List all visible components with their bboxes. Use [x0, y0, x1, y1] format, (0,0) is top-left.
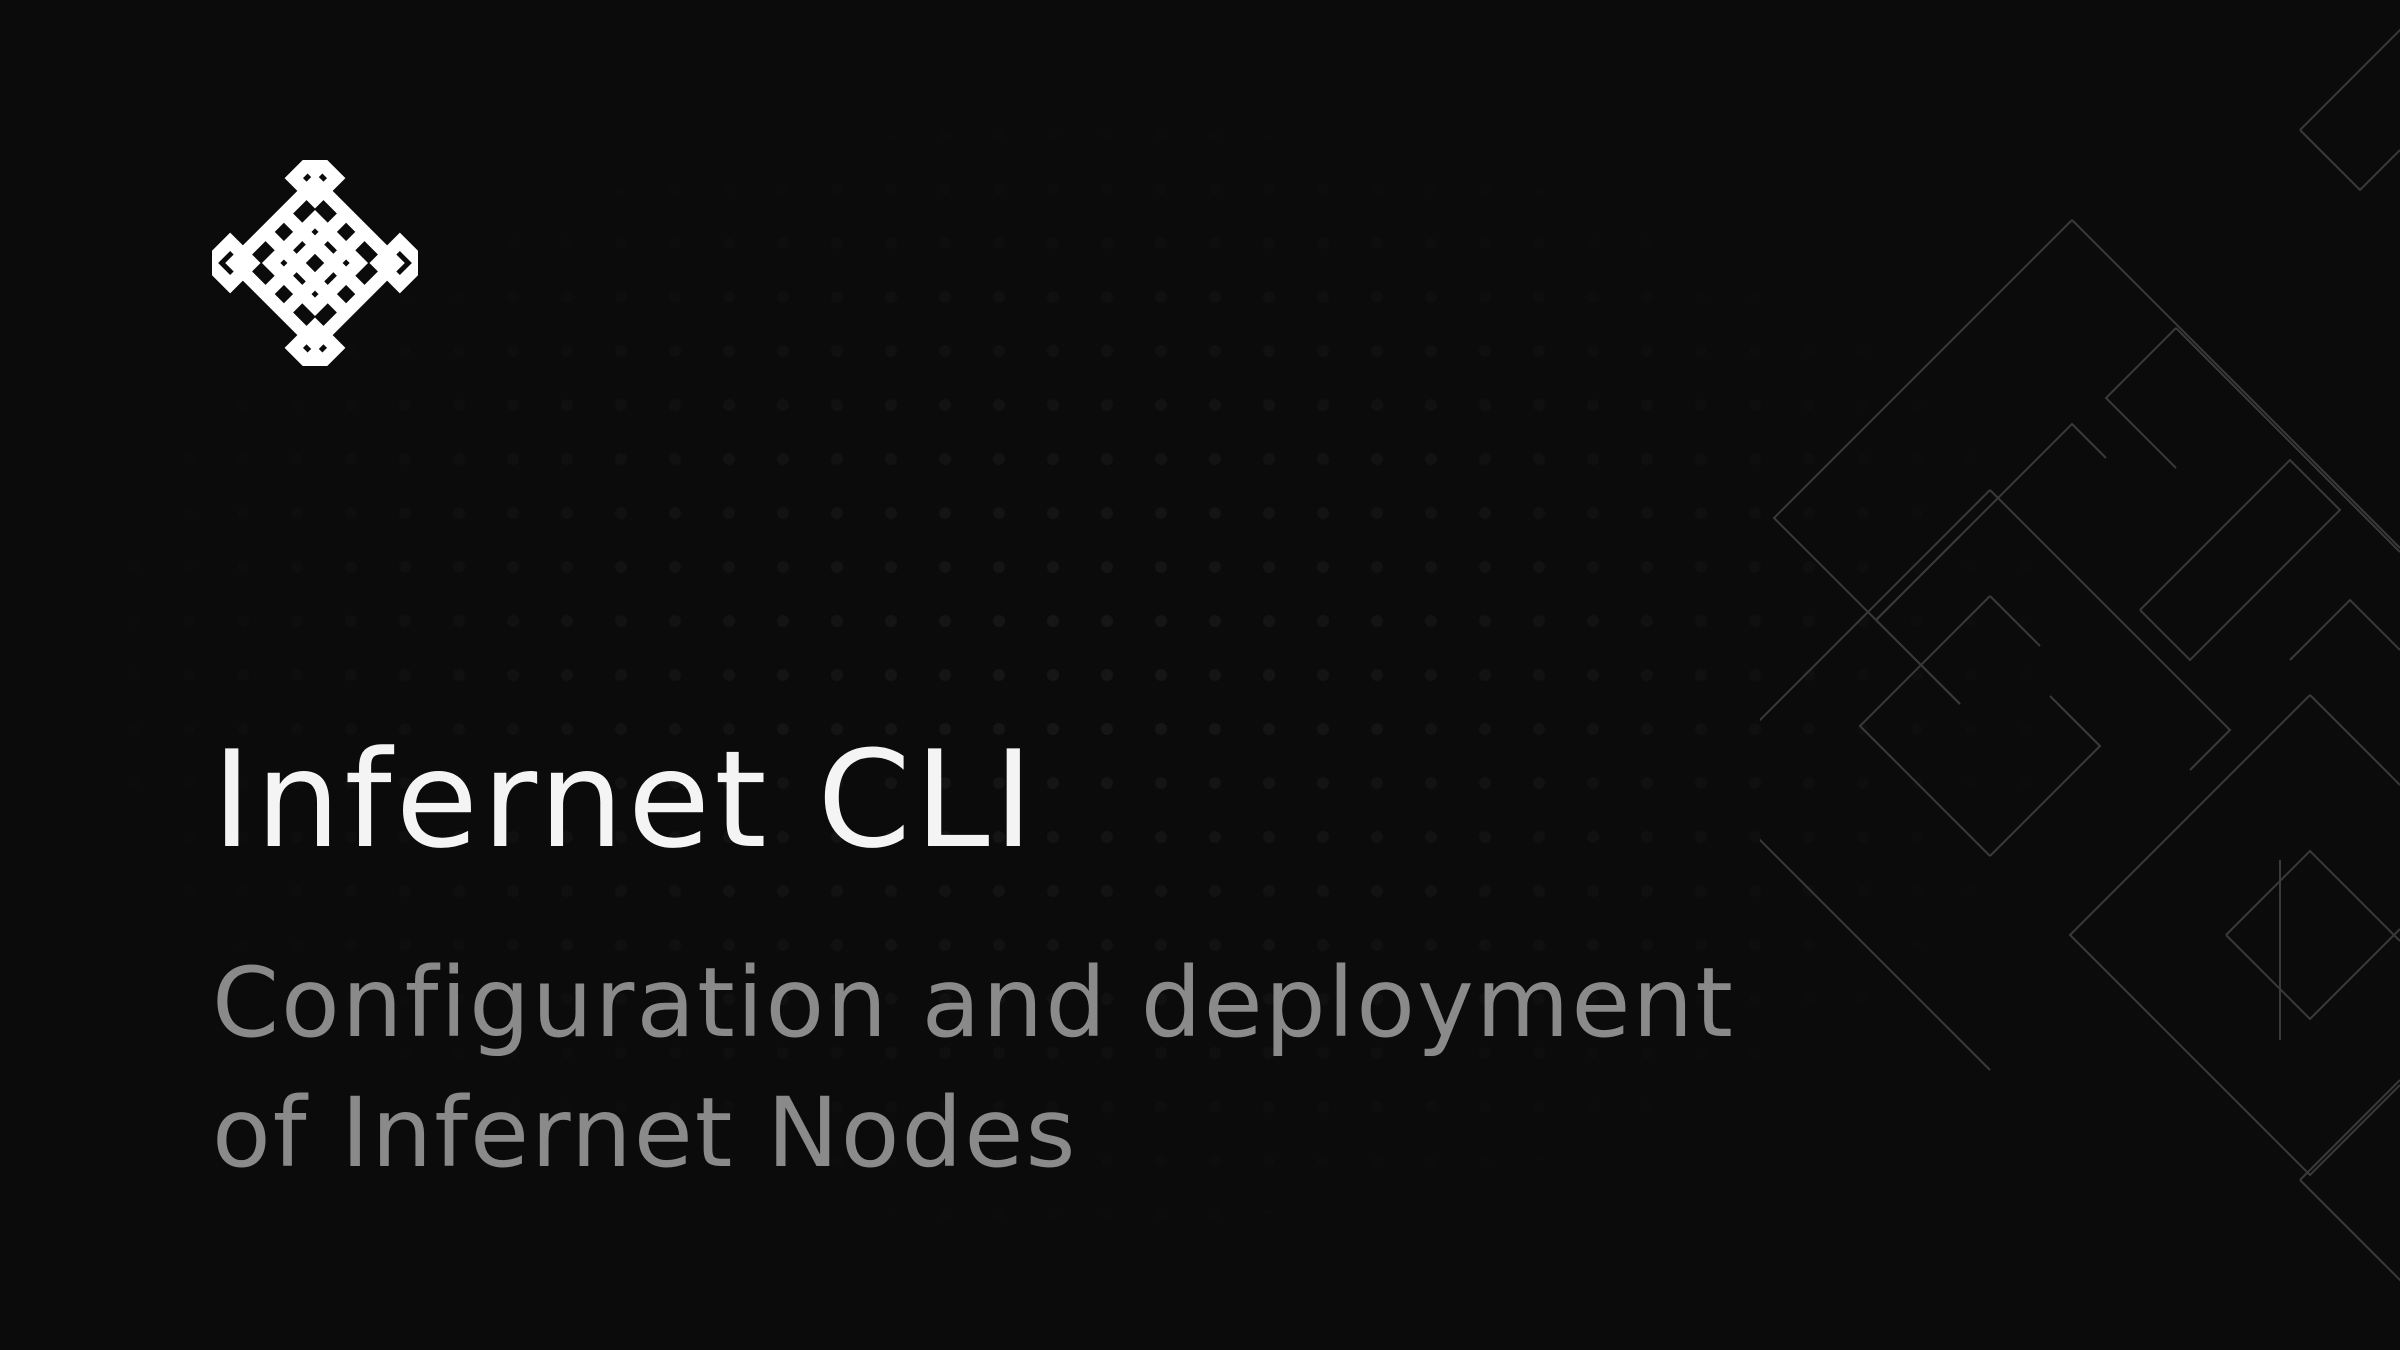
subtitle-line-2: of Infernet Nodes [212, 1077, 1078, 1189]
page-title: Infernet CLI [212, 722, 1038, 878]
endless-knot-icon [212, 160, 418, 366]
knot-outline-decoration [1760, 28, 2400, 1282]
page-subtitle: Configuration and deployment of Infernet… [212, 938, 1735, 1198]
subtitle-line-1: Configuration and deployment [212, 947, 1735, 1059]
banner: Infernet CLI Configuration and deploymen… [0, 0, 2400, 1350]
